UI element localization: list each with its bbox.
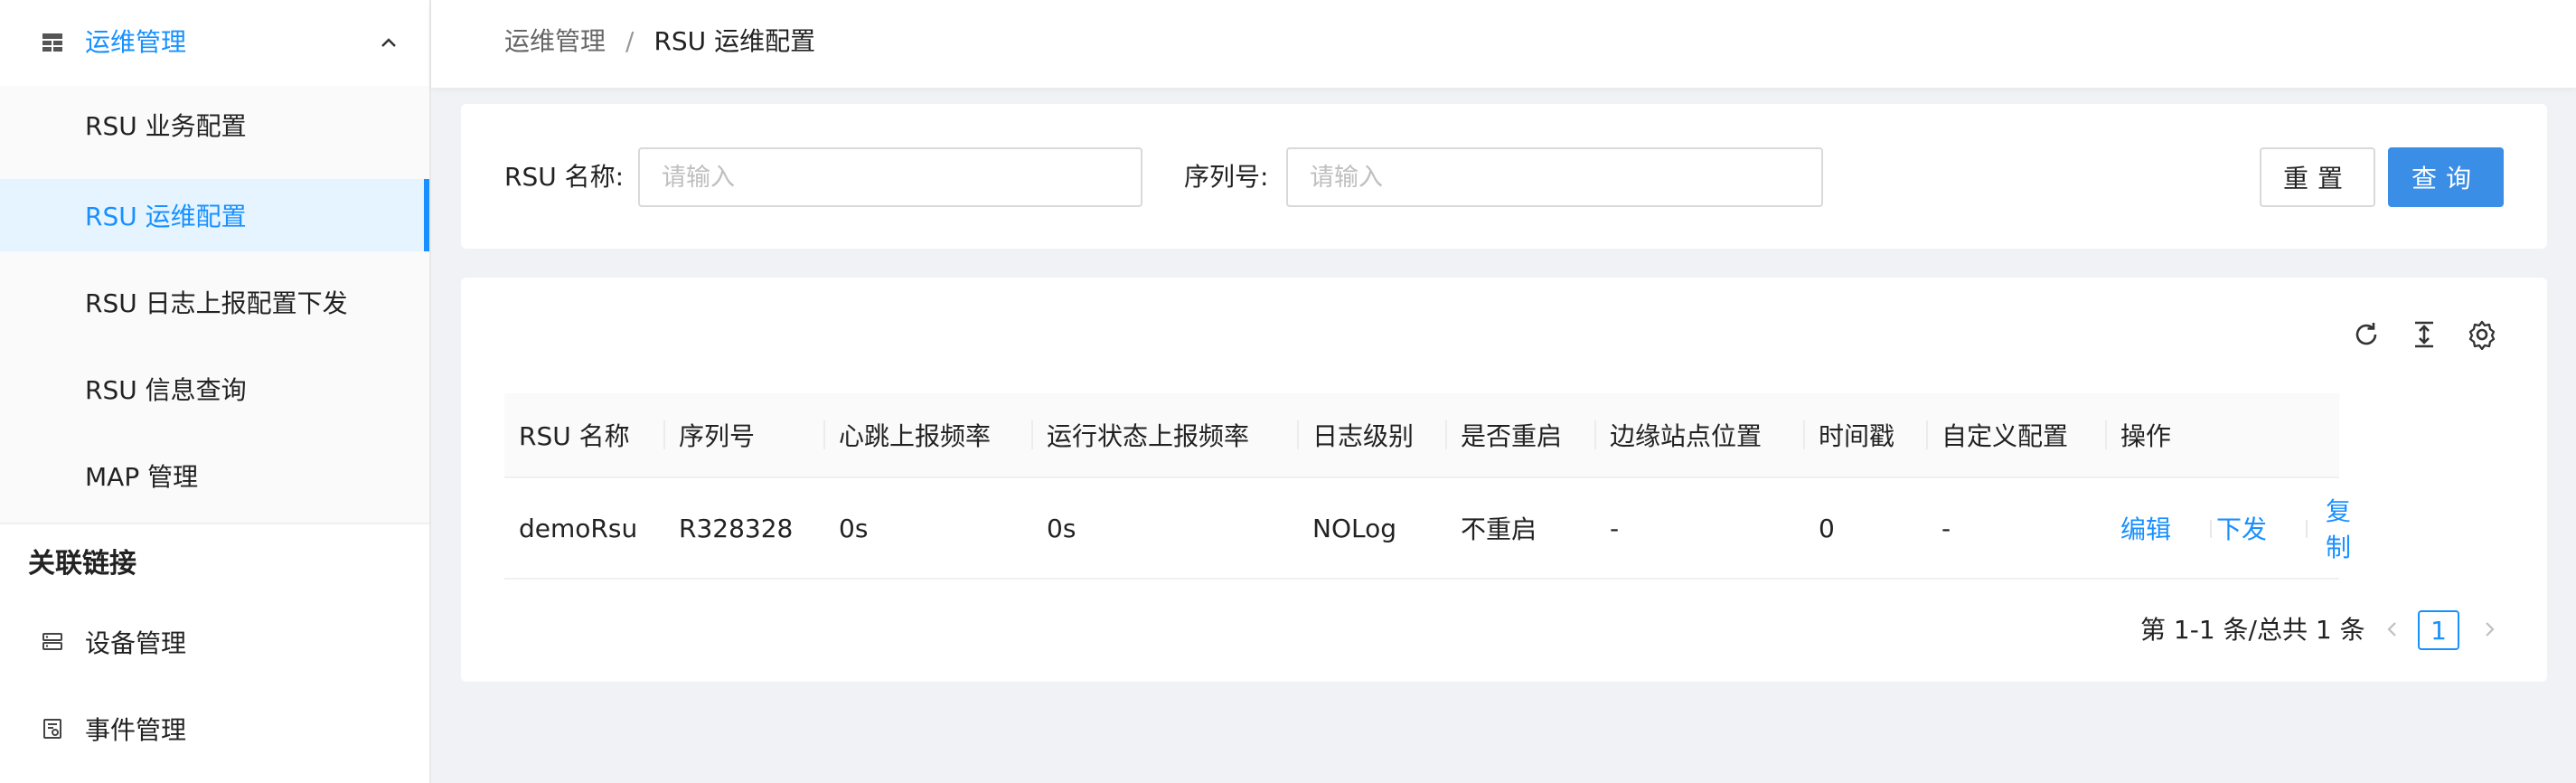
- rsu-name-input[interactable]: [638, 147, 1142, 207]
- cell-status-frequency: 0s: [1047, 513, 1076, 543]
- sidebar-item-label: RSU 日志上报配置下发: [85, 288, 348, 318]
- cell-actions: 编辑: [2106, 478, 2171, 578]
- sidebar-item-map-management[interactable]: MAP 管理: [0, 439, 429, 512]
- menu-group-ops[interactable]: 运维管理: [0, 0, 429, 86]
- cell-actions: 下发: [2202, 478, 2267, 578]
- table-header: RSU 名称 序列号 心跳上报频率 运行状态上报频率 日志级别 是否重启 边缘站…: [504, 393, 2339, 476]
- breadcrumb-parent[interactable]: 运维管理: [504, 24, 606, 60]
- column-height-icon[interactable]: [2409, 319, 2440, 350]
- sidebar-link-label: 事件管理: [85, 715, 187, 745]
- cell-edge-site-location: -: [1610, 513, 1620, 543]
- sidebar-item-rsu-log-config[interactable]: RSU 日志上报配置下发: [0, 266, 429, 338]
- column-header: 心跳上报频率: [839, 421, 992, 451]
- menu-group-label: 运维管理: [85, 27, 187, 57]
- cell-log-level: NOLog: [1312, 513, 1396, 543]
- chevron-right-icon[interactable]: [2477, 618, 2501, 641]
- column-header: 边缘站点位置: [1610, 421, 1763, 451]
- dispatch-link[interactable]: 下发: [2216, 510, 2267, 546]
- chevron-up-icon[interactable]: [378, 33, 400, 54]
- sidebar-link-device-management[interactable]: 设备管理: [0, 606, 429, 678]
- query-button[interactable]: 查询: [2388, 147, 2504, 207]
- column-header: 操作: [2120, 421, 2172, 451]
- column-header: 运行状态上报频率: [1047, 421, 1250, 451]
- serial-number-label: 序列号:: [1184, 162, 1269, 192]
- column-header: 时间戳: [1819, 421, 1895, 451]
- submenu: RSU 业务配置 RSU 运维配置 RSU 日志上报配置下发 RSU 信息查询 …: [0, 86, 429, 523]
- sidebar-item-rsu-info-query[interactable]: RSU 信息查询: [0, 353, 429, 425]
- sidebar-item-rsu-business-config[interactable]: RSU 业务配置: [0, 89, 429, 161]
- sidebar-link-event-management[interactable]: 事件管理: [0, 693, 429, 765]
- sidebar-link-label: 设备管理: [85, 628, 187, 658]
- serial-number-input[interactable]: [1286, 147, 1823, 207]
- breadcrumb-separator: /: [625, 26, 635, 56]
- breadcrumb-current: RSU 运维配置: [653, 26, 816, 56]
- table-card: RSU 名称 序列号 心跳上报频率 运行状态上报频率 日志级别 是否重启 边缘站…: [461, 278, 2547, 682]
- edit-link[interactable]: 编辑: [2120, 510, 2171, 546]
- pagination-page-1[interactable]: 1: [2418, 610, 2459, 650]
- event-icon: [43, 719, 61, 739]
- sidebar-item-label: RSU 信息查询: [85, 375, 247, 405]
- search-form: RSU 名称: 序列号: 重置 查询: [461, 104, 2547, 249]
- settings-icon[interactable]: [2467, 319, 2497, 350]
- column-header: 日志级别: [1312, 421, 1415, 451]
- sidebar-item-label: RSU 运维配置: [85, 202, 247, 231]
- sidebar-item-rsu-ops-config[interactable]: RSU 运维配置: [0, 179, 429, 251]
- cell-rsu-name: demoRsu: [519, 513, 638, 543]
- page-header: 运维管理 / RSU 运维配置: [431, 0, 2576, 88]
- refresh-icon[interactable]: [2351, 319, 2382, 350]
- table-icon: [42, 33, 62, 52]
- cell-heartbeat-frequency: 0s: [839, 513, 869, 543]
- chevron-left-icon[interactable]: [2381, 618, 2404, 641]
- sidebar-item-label: MAP 管理: [85, 462, 199, 492]
- server-icon: [42, 633, 62, 650]
- action-divider: [2306, 520, 2308, 538]
- cell-restart: 不重启: [1461, 514, 1537, 544]
- sidebar-item-label: RSU 业务配置: [85, 111, 247, 141]
- column-header: 序列号: [679, 421, 756, 451]
- column-header: 是否重启: [1461, 421, 1563, 451]
- cell-actions: 复制: [2326, 478, 2351, 578]
- cell-serial-number: R328328: [679, 513, 794, 543]
- copy-link[interactable]: 复制: [2326, 492, 2351, 564]
- column-header: 自定义配置: [1941, 421, 2069, 451]
- column-header: RSU 名称: [519, 421, 630, 451]
- cell-timestamp: 0: [1819, 513, 1835, 543]
- sidebar: 运维管理 RSU 业务配置 RSU 运维配置 RSU 日志上报配置下发 RSU …: [0, 0, 431, 783]
- rsu-name-label: RSU 名称:: [504, 162, 625, 192]
- table-row: demoRsu R328328 0s 0s NOLog 不重启 - 0 - 编辑…: [504, 476, 2351, 580]
- section-title-related-links: 关联链接: [28, 548, 136, 580]
- breadcrumb: 运维管理 / RSU 运维配置: [504, 24, 815, 60]
- reset-button[interactable]: 重置: [2260, 147, 2375, 207]
- sidebar-divider: [0, 523, 429, 524]
- cell-custom-config: -: [1941, 513, 1951, 543]
- pagination-total: 第 1-1 条/总共 1 条: [2140, 615, 2365, 645]
